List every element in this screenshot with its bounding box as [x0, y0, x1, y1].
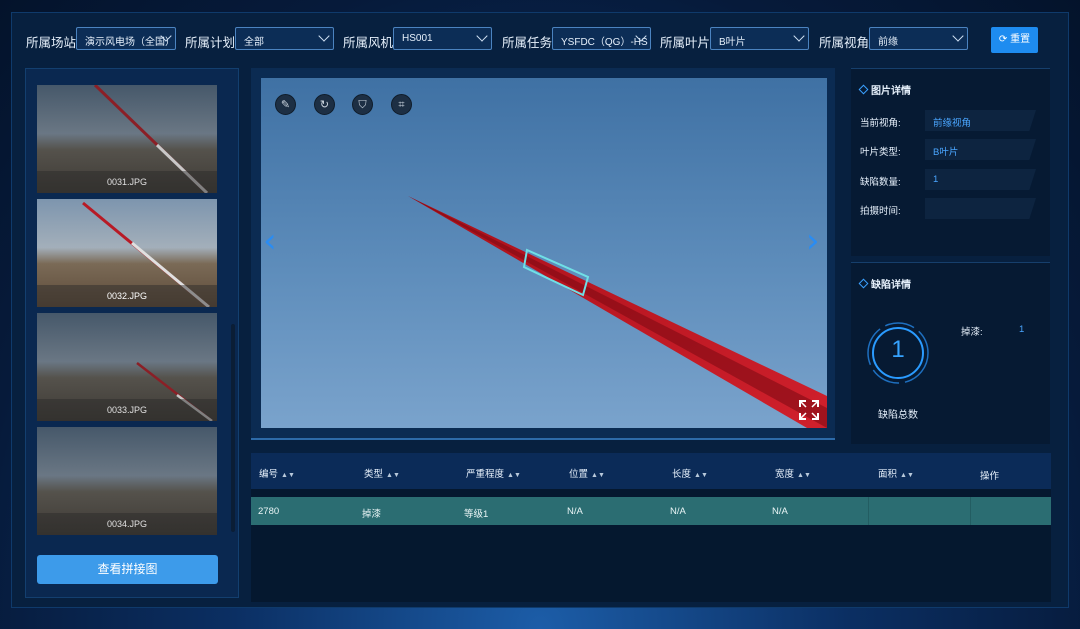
cell-divider: [970, 497, 971, 525]
detail-value-time: [925, 198, 1036, 219]
table-header: 编号 ▲▼ 类型 ▲▼ 严重程度 ▲▼ 位置 ▲▼ 长度 ▲▼ 宽度 ▲▼ 面积 ▲▼ 操作: [251, 453, 1051, 489]
cell-divider: [868, 497, 869, 525]
table-cell: N/A: [772, 506, 788, 517]
fullscreen-icon[interactable]: [798, 399, 820, 421]
blade-label: 所属叶片: [660, 36, 711, 50]
defect-total-value: 1: [891, 336, 905, 363]
column-header-label: 类型: [364, 469, 384, 480]
column-header[interactable]: 编号 ▲▼: [259, 466, 295, 480]
thumbnail-name: 0033.JPG: [37, 399, 217, 421]
column-header-label: 宽度: [775, 469, 795, 480]
defect-details-panel: 缺陷详情 1 缺陷总数 掉漆: 1: [851, 262, 1050, 444]
refresh-icon: ⟳: [998, 34, 1008, 45]
chevron-down-icon: [952, 30, 964, 42]
defect-total-label: 缺陷总数: [878, 410, 918, 421]
image-details-panel: 图片详情 当前视角: 前缘视角 叶片类型: B叶片 缺陷数量: 1 拍摄时间:: [851, 68, 1050, 256]
task-label: 所属任务: [502, 36, 553, 50]
thumbnail-item-active[interactable]: 0032.JPG: [37, 199, 217, 307]
image-viewer-panel: ✎ ↻ ⛉ ⌗: [251, 68, 835, 440]
detail-value-view: 前缘视角: [925, 110, 1036, 131]
column-header: 操作: [980, 471, 1000, 482]
filter-bar: 所属场站 演示风电场（全国） 所属计划 全部 所属风机 HS001 所属任务 Y…: [12, 13, 1070, 65]
detail-label: 当前视角:: [860, 118, 901, 129]
station-select-value: 演示风电场（全国）: [85, 37, 175, 48]
thumbnail-item[interactable]: 0033.JPG: [37, 313, 217, 421]
detail-value-blade: B叶片: [925, 139, 1036, 160]
chevron-down-icon: [476, 30, 488, 42]
thumbnail-scrollbar[interactable]: [231, 324, 235, 532]
thumbnail-name: 0034.JPG: [37, 513, 217, 535]
table-cell: 掉漆: [362, 509, 382, 520]
station-select[interactable]: 演示风电场（全国）: [76, 27, 176, 50]
plan-label: 所属计划: [185, 36, 236, 50]
sort-icon: ▲▼: [694, 472, 708, 479]
blade-select[interactable]: B叶片: [710, 27, 809, 50]
table-row[interactable]: 2780 掉漆 等级1 N/A N/A N/A: [251, 497, 1051, 525]
task-select-value: YSFDC（QG）-HS: [561, 37, 648, 48]
view-label: 所属视角: [819, 36, 870, 50]
edit-icon[interactable]: ✎: [275, 94, 296, 115]
defect-details-title: 缺陷详情: [860, 276, 911, 291]
thumbnail-name: 0031.JPG: [37, 171, 217, 193]
main-image: ✎ ↻ ⛉ ⌗: [261, 78, 827, 428]
prev-image-arrow[interactable]: ‹: [263, 221, 277, 261]
detail-value-defect-count: 1: [925, 169, 1036, 190]
sort-icon: ▲▼: [797, 472, 811, 479]
turbine-select-value: HS001: [402, 33, 433, 44]
thumbnail-item[interactable]: 0031.JPG: [37, 85, 217, 193]
view-select-value: 前缘: [878, 37, 898, 48]
column-header[interactable]: 面积 ▲▼: [878, 466, 914, 480]
sort-icon: ▲▼: [900, 472, 914, 479]
reset-button-label: 重置: [1010, 34, 1031, 45]
table-cell: N/A: [567, 506, 583, 517]
defect-type-label: 掉漆:: [961, 327, 983, 338]
plan-select-value: 全部: [244, 37, 264, 48]
detail-label: 拍摄时间:: [860, 206, 901, 217]
reset-button[interactable]: ⟳ 重置: [991, 27, 1038, 53]
rotate-icon[interactable]: ↻: [314, 94, 335, 115]
column-header-label: 面积: [878, 469, 898, 480]
station-label: 所属场站: [26, 36, 77, 50]
chevron-down-icon: [793, 30, 805, 42]
sort-icon: ▲▼: [507, 472, 521, 479]
image-details-title: 图片详情: [860, 82, 911, 97]
turbine-select[interactable]: HS001: [393, 27, 492, 50]
column-header[interactable]: 长度 ▲▼: [672, 466, 708, 480]
column-header-label: 严重程度: [466, 469, 505, 480]
plan-select[interactable]: 全部: [235, 27, 334, 50]
thumbnail-name: 0032.JPG: [37, 285, 217, 307]
blade-select-value: B叶片: [719, 37, 746, 48]
column-header[interactable]: 宽度 ▲▼: [775, 466, 811, 480]
detail-label: 缺陷数量:: [860, 177, 901, 188]
thumbnail-panel: 0031.JPG 0032.JPG 0033.JPG 0034.JPG: [25, 68, 239, 598]
task-select[interactable]: YSFDC（QG）-HS: [552, 27, 651, 50]
column-header[interactable]: 位置 ▲▼: [569, 466, 605, 480]
app-frame: 所属场站 演示风电场（全国） 所属计划 全部 所属风机 HS001 所属任务 Y…: [11, 12, 1069, 608]
blade-image: [408, 196, 827, 428]
turbine-label: 所属风机: [343, 36, 394, 50]
chevron-down-icon: [318, 30, 330, 42]
crop-icon[interactable]: ⌗: [391, 94, 412, 115]
sort-icon: ▲▼: [386, 472, 400, 479]
column-header-label: 编号: [259, 469, 279, 480]
table-cell: 2780: [258, 506, 280, 517]
defect-type-count: 1: [1019, 324, 1025, 335]
filter-icon[interactable]: ⛉: [352, 94, 373, 115]
detail-label: 叶片类型:: [860, 147, 901, 158]
column-header[interactable]: 严重程度 ▲▼: [466, 466, 521, 480]
column-header-label: 长度: [672, 469, 692, 480]
table-cell: 等级1: [464, 509, 489, 520]
view-stitch-button[interactable]: 查看拼接图: [37, 555, 218, 584]
next-image-arrow[interactable]: ›: [806, 221, 820, 261]
table-cell: N/A: [670, 506, 686, 517]
sort-icon: ▲▼: [591, 472, 605, 479]
defect-table: 编号 ▲▼ 类型 ▲▼ 严重程度 ▲▼ 位置 ▲▼ 长度 ▲▼ 宽度 ▲▼ 面积 ▲▼ 操作 …: [251, 453, 1051, 602]
column-header-label: 位置: [569, 469, 589, 480]
view-select[interactable]: 前缘: [869, 27, 968, 50]
thumbnail-item[interactable]: 0034.JPG: [37, 427, 217, 535]
column-header[interactable]: 类型 ▲▼: [364, 466, 400, 480]
sort-icon: ▲▼: [281, 472, 295, 479]
